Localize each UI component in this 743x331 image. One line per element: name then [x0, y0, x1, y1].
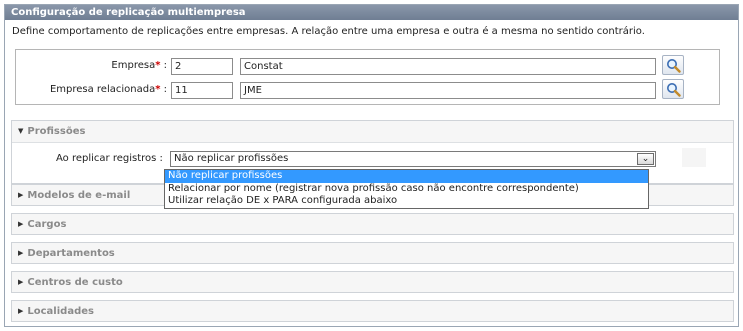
empresa-relacionada-row: Empresa relacionada* : 11 JME — [16, 79, 719, 99]
empresa-relacionada-lookup-button[interactable] — [662, 79, 684, 99]
company-fields-box: Empresa* : 2 Constat Empresa relacionada… — [15, 49, 720, 105]
empresa-code-input[interactable]: 2 — [171, 58, 233, 75]
triangle-right-icon: ▶ — [18, 307, 24, 315]
empresa-label: Empresa* : — [111, 60, 167, 71]
section-departamentos-title[interactable]: ▶ Departamentos — [18, 248, 115, 259]
section-cargos[interactable]: ▶ Cargos — [11, 213, 734, 235]
empresa-name-input[interactable]: Constat — [240, 58, 656, 75]
section-centros-custo[interactable]: ▶ Centros de custo — [11, 271, 734, 293]
option-relacionar-por-nome[interactable]: Relacionar por nome (registrar nova prof… — [165, 183, 648, 196]
option-de-para[interactable]: Utilizar relação DE x PARA configurada a… — [165, 195, 648, 208]
section-profissoes-header[interactable] — [12, 121, 733, 143]
section-modelos-email-title[interactable]: ▶ Modelos de e-mail — [18, 190, 130, 201]
replicate-options-list: Não replicar profissões Relacionar por n… — [164, 169, 649, 209]
replicate-select[interactable]: Não replicar profissões ⌄ — [170, 151, 656, 167]
triangle-right-icon: ▶ — [18, 249, 24, 257]
empresa-relacionada-label: Empresa relacionada* : — [49, 84, 167, 95]
replicate-label: Ao replicar registros : — [56, 153, 163, 164]
magnifier-icon — [667, 83, 681, 97]
magnifier-icon — [667, 59, 681, 73]
panel-title: Configuração de replicação multiempresa — [5, 5, 738, 20]
triangle-right-icon: ▶ — [18, 278, 24, 286]
empresa-lookup-button[interactable] — [662, 55, 684, 75]
triangle-right-icon: ▶ — [18, 191, 24, 199]
section-centros-custo-title[interactable]: ▶ Centros de custo — [18, 277, 123, 288]
option-nao-replicar[interactable]: Não replicar profissões — [165, 170, 648, 183]
chevron-down-icon[interactable]: ⌄ — [637, 153, 654, 165]
section-profissoes-title[interactable]: ▼ Profissões — [18, 126, 85, 137]
empresa-relacionada-name-input[interactable]: JME — [240, 82, 656, 99]
section-departamentos[interactable]: ▶ Departamentos — [11, 242, 734, 264]
section-localidades-title[interactable]: ▶ Localidades — [18, 306, 94, 317]
empresa-row: Empresa* : 2 Constat — [16, 55, 719, 75]
empresa-relacionada-code-input[interactable]: 11 — [171, 82, 233, 99]
section-cargos-title[interactable]: ▶ Cargos — [18, 219, 66, 230]
replication-config-panel: Configuração de replicação multiempresa … — [4, 4, 739, 327]
panel-description: Define comportamento de replicações entr… — [12, 26, 645, 37]
triangle-right-icon: ▶ — [18, 220, 24, 228]
replicate-select-value: Não replicar profissões — [174, 153, 289, 164]
section-localidades[interactable]: ▶ Localidades — [11, 300, 734, 322]
decorative-box — [682, 148, 706, 167]
triangle-down-icon: ▼ — [18, 127, 24, 135]
